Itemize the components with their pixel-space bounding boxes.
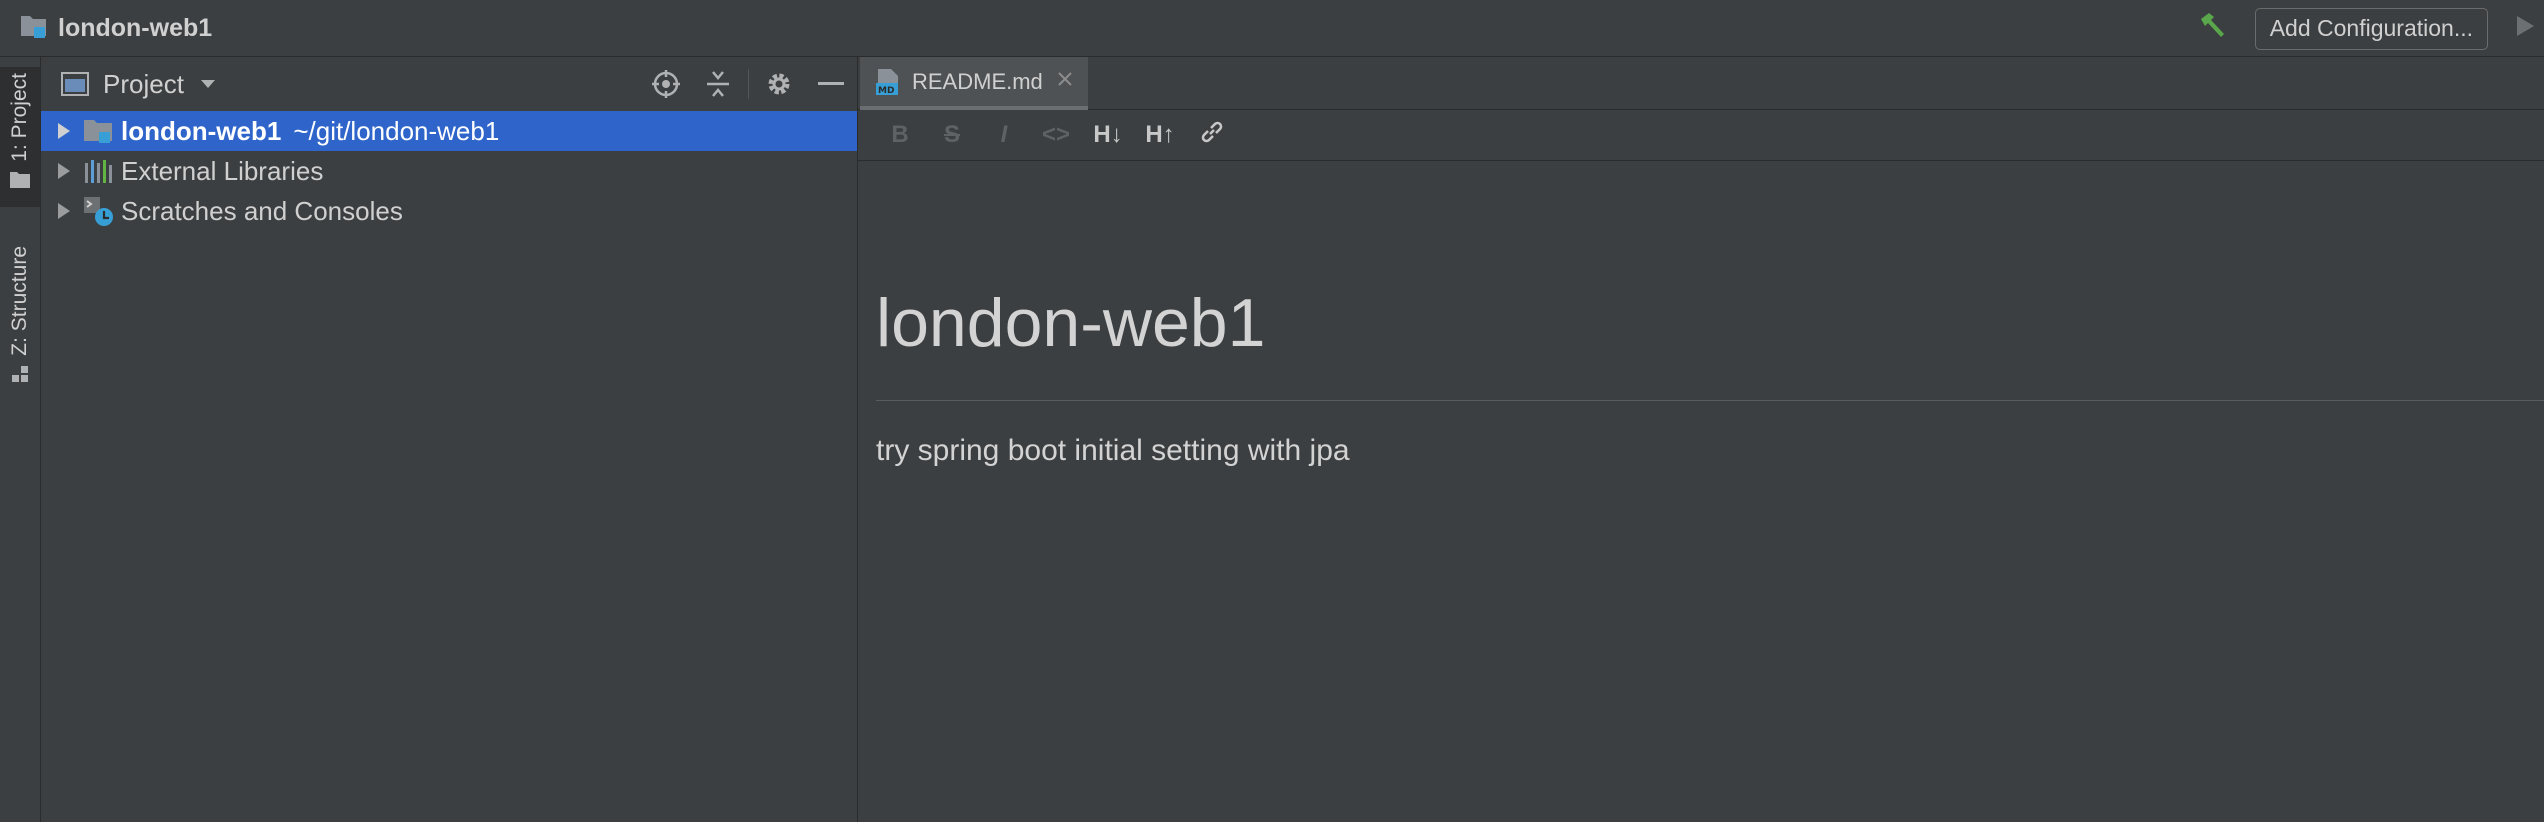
markdown-file-icon: MD bbox=[874, 68, 902, 96]
heading-rule bbox=[876, 400, 2544, 401]
build-hammer-icon[interactable] bbox=[2197, 10, 2229, 47]
title-bar: london-web1 Add Configuration... bbox=[0, 0, 2544, 57]
header-up-icon: H↑ bbox=[1145, 121, 1175, 148]
code-icon: <> bbox=[1041, 121, 1071, 148]
project-name: london-web1 bbox=[58, 13, 213, 42]
module-folder-icon bbox=[81, 114, 115, 148]
project-view-selector[interactable]: Project bbox=[103, 69, 184, 100]
tree-item-scratches-and-consoles[interactable]: Scratches and Consoles bbox=[41, 191, 857, 231]
italic-icon: I bbox=[1000, 121, 1008, 148]
tool-window-strip: 1: Project Z: Structure bbox=[0, 57, 41, 822]
markdown-preview: london-web1 try spring boot initial sett… bbox=[876, 161, 2544, 467]
close-icon[interactable] bbox=[1057, 71, 1073, 92]
tab-project-tool-window[interactable]: 1: Project bbox=[0, 67, 40, 207]
libraries-icon bbox=[81, 154, 115, 188]
link-icon bbox=[1199, 119, 1225, 152]
tab-structure-tool-window[interactable]: Z: Structure bbox=[0, 242, 40, 462]
tree-item-label: External Libraries bbox=[121, 155, 324, 186]
editor-area: MD README.md B S I <> H↓ H↑ london-web1 … bbox=[858, 57, 2544, 822]
project-view-icon bbox=[61, 71, 89, 97]
locate-file-icon[interactable] bbox=[640, 57, 692, 111]
project-panel-header: Project bbox=[41, 57, 857, 111]
preview-heading: london-web1 bbox=[876, 285, 1266, 361]
code-button[interactable]: <> bbox=[1030, 115, 1082, 155]
scratches-icon bbox=[81, 194, 115, 228]
tab-structure-label: Z: Structure bbox=[8, 246, 31, 356]
chevron-down-icon[interactable] bbox=[200, 79, 216, 89]
project-folder-icon bbox=[20, 13, 48, 44]
header-level-down-button[interactable]: H↓ bbox=[1082, 115, 1134, 155]
add-configuration-button[interactable]: Add Configuration... bbox=[2254, 7, 2488, 50]
svg-text:MD: MD bbox=[878, 86, 894, 96]
project-panel: Project london-web1 ~/git/london-web1 Ex… bbox=[41, 57, 858, 822]
tab-label: README.md bbox=[912, 68, 1043, 94]
bold-icon: B bbox=[891, 121, 909, 148]
tab-readme-md[interactable]: MD README.md bbox=[860, 57, 1088, 110]
expand-arrow-icon[interactable] bbox=[47, 202, 81, 220]
folder-icon bbox=[9, 170, 31, 195]
tree-item-path: ~/git/london-web1 bbox=[293, 115, 500, 146]
header-down-icon: H↓ bbox=[1093, 121, 1123, 148]
tree-item-external-libraries[interactable]: External Libraries bbox=[41, 151, 857, 191]
header-level-up-button[interactable]: H↑ bbox=[1134, 115, 1186, 155]
insert-link-button[interactable] bbox=[1186, 115, 1238, 155]
preview-paragraph: try spring boot initial setting with jpa bbox=[876, 434, 1350, 467]
gear-icon[interactable] bbox=[753, 57, 805, 111]
markdown-toolbar: B S I <> H↓ H↑ bbox=[858, 110, 2544, 161]
header-divider bbox=[748, 69, 749, 99]
tab-project-label: 1: Project bbox=[8, 73, 31, 162]
run-icon[interactable] bbox=[2514, 14, 2536, 43]
expand-arrow-icon[interactable] bbox=[47, 162, 81, 180]
collapse-all-icon[interactable] bbox=[692, 57, 744, 111]
hide-panel-icon[interactable] bbox=[805, 57, 857, 111]
bold-button[interactable]: B bbox=[874, 115, 926, 155]
expand-arrow-icon[interactable] bbox=[47, 122, 81, 140]
structure-icon bbox=[10, 364, 30, 389]
strikethrough-button[interactable]: S bbox=[926, 115, 978, 155]
tree-item-label: Scratches and Consoles bbox=[121, 195, 403, 226]
tree-item-label: london-web1 bbox=[121, 115, 282, 146]
strikethrough-icon: S bbox=[943, 121, 960, 148]
italic-button[interactable]: I bbox=[978, 115, 1030, 155]
tree-item-london-web1[interactable]: london-web1 ~/git/london-web1 bbox=[41, 111, 857, 151]
project-title: london-web1 bbox=[20, 11, 212, 45]
editor-tab-bar: MD README.md bbox=[858, 57, 2544, 110]
